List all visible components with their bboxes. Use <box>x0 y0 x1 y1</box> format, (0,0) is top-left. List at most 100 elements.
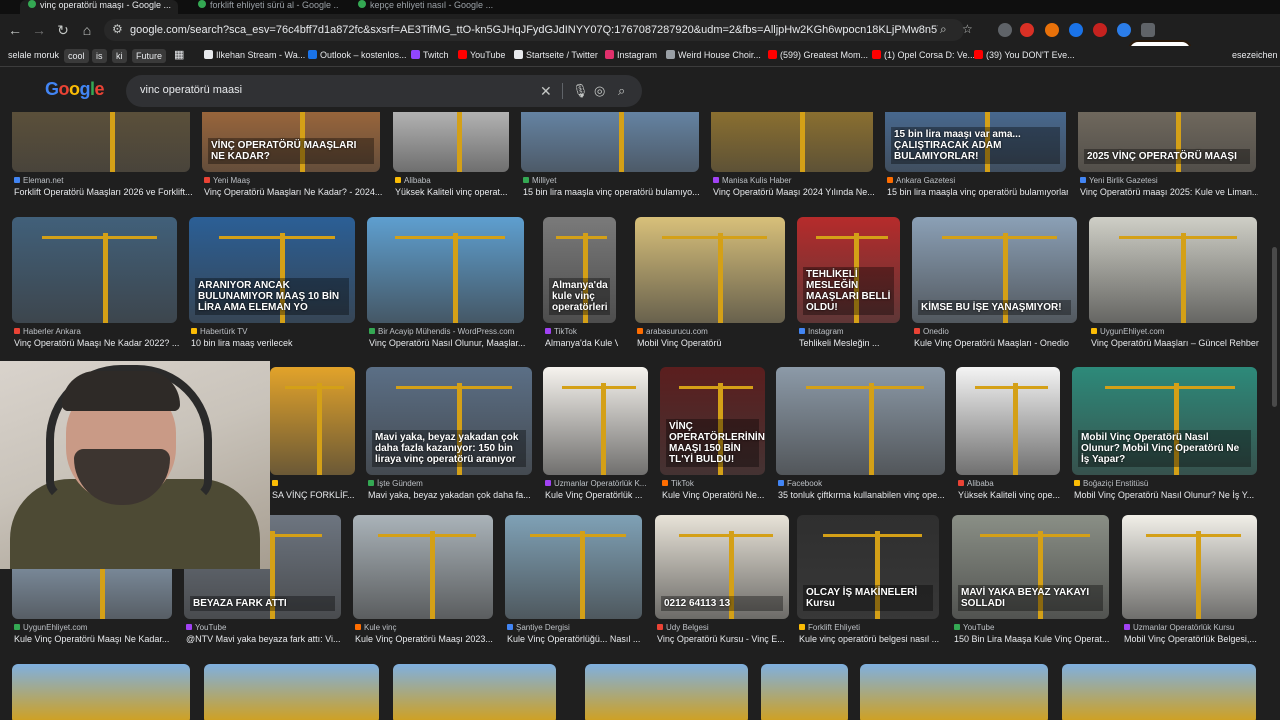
google-logo[interactable]: Google <box>45 79 105 100</box>
result-source[interactable]: Facebook <box>778 479 947 488</box>
result-source[interactable]: İşte Gündem <box>368 479 534 488</box>
result-caption[interactable]: 150 Bin Lira Maaşa Kule Vinç Operat... <box>954 634 1111 644</box>
bookmark-link[interactable]: Outlook – kostenlos... <box>308 49 407 61</box>
result-source[interactable]: Uzmanlar Operatörlük Kursu <box>1124 623 1259 632</box>
result-source[interactable]: Habertürk TV <box>191 327 357 336</box>
result-caption[interactable]: Vinç Operatörü Maaşları – Güncel Rehber <box>1091 338 1259 348</box>
result-source[interactable]: UygunEhliyet.com <box>1091 327 1259 336</box>
bookmark-link[interactable]: Startseite / Twitter <box>514 49 598 61</box>
result-caption[interactable]: Kule Vinç Operatörü Maaşları - Onedio <box>914 338 1079 348</box>
result-caption[interactable]: Tehlikeli Mesleğin ... <box>799 338 902 348</box>
result-caption[interactable]: Vinç Operatörü Maaşı Ne Kadar 2022? ... <box>14 338 179 348</box>
result-image[interactable] <box>505 515 642 619</box>
result-image[interactable] <box>1089 217 1257 323</box>
result-source[interactable]: Haberler Ankara <box>14 327 179 336</box>
result-source[interactable]: Boğaziçi Enstitüsü <box>1074 479 1259 488</box>
result-caption[interactable]: SA VİNÇ FORKLİF... <box>272 490 357 500</box>
bookmark-link[interactable]: (39) You DON'T Eve... <box>974 49 1075 61</box>
result-image[interactable] <box>956 367 1060 475</box>
search-input[interactable] <box>138 83 522 97</box>
result-source[interactable]: arabasurucu.com <box>637 327 787 336</box>
result-image[interactable] <box>204 664 379 720</box>
result-image[interactable] <box>367 217 524 323</box>
result-image[interactable] <box>1062 664 1256 720</box>
search-box[interactable]: ✕ 🎙 ◎ ⌕ <box>126 75 642 107</box>
result-source[interactable]: YouTube <box>954 623 1111 632</box>
forward-icon[interactable]: → <box>29 20 49 40</box>
apps-grid-icon[interactable]: ▦ <box>174 49 184 61</box>
result-caption[interactable]: Kule Vinç Operatörlük ... <box>545 490 650 500</box>
result-image[interactable] <box>270 367 355 475</box>
scrollbar[interactable] <box>1272 247 1277 407</box>
result-caption[interactable]: Kule Vinç Operatörlüğü... Nasıl ... <box>507 634 644 644</box>
result-source[interactable]: TikTok <box>662 479 767 488</box>
bookmark-folder[interactable]: cool <box>64 49 89 63</box>
result-caption[interactable]: Vinç Operatörü maaşı 2025: Kule ve Liman… <box>1080 187 1258 197</box>
result-caption[interactable]: Kule Vinç Operatörü Ne... <box>662 490 767 500</box>
bookmark-link[interactable]: Ilkehan Stream - Wa... <box>204 49 305 61</box>
result-caption[interactable]: 10 bin lira maaş verilecek <box>191 338 357 348</box>
result-image[interactable] <box>1122 515 1257 619</box>
bookmark-folder[interactable]: Future <box>132 49 167 63</box>
home-icon[interactable]: ⌂ <box>77 20 97 40</box>
result-source[interactable]: Yeni Birlik Gazetesi <box>1080 176 1258 185</box>
result-image[interactable] <box>585 664 748 720</box>
microphone-icon[interactable]: 🎙 <box>572 83 589 99</box>
result-source[interactable]: Alibaba <box>395 176 511 185</box>
address-bar[interactable]: ⚙ google.com/search?sca_esv=76c4bff7d1a8… <box>104 19 964 41</box>
result-image[interactable]: VİNÇ OPERATÖRLERİNİN MAAŞI 150 BİN TL'Yİ… <box>660 367 765 475</box>
bookmark-star-icon[interactable]: ☆ <box>962 22 973 36</box>
result-image[interactable]: TEHLİKELİ MESLEĞİN MAAŞLARI BELLİ OLDU! <box>797 217 900 323</box>
result-source[interactable]: Instagram <box>799 327 902 336</box>
result-caption[interactable]: Mavi yaka, beyaz yakadan çok daha fa... <box>368 490 534 500</box>
result-caption[interactable]: Mobil Vinç Operatörü Nasıl Olunur? Ne İş… <box>1074 490 1259 500</box>
extension-icon[interactable] <box>1069 23 1083 37</box>
result-caption[interactable]: 15 bin lira maaşla vinç operatörü bulamı… <box>523 187 701 197</box>
result-source[interactable]: Bir Acayip Mühendis - WordPress.com <box>369 327 526 336</box>
result-caption[interactable]: Yüksek Kaliteli vinç ope... <box>958 490 1062 500</box>
result-image[interactable] <box>393 664 556 720</box>
result-image[interactable] <box>353 515 493 619</box>
result-source[interactable]: UygunEhliyet.com <box>14 623 174 632</box>
result-image[interactable] <box>12 217 177 323</box>
result-source[interactable]: Udy Belgesi <box>657 623 791 632</box>
result-source[interactable]: Milliyet <box>523 176 701 185</box>
result-image[interactable] <box>761 664 848 720</box>
result-caption[interactable]: Almanya'da Kule V... <box>545 338 618 348</box>
result-caption[interactable]: Kule Vinç Operatörü Maaşı Ne Kadar... <box>14 634 174 644</box>
result-source[interactable]: Onedio <box>914 327 1079 336</box>
result-image[interactable]: Mavi yaka, beyaz yakadan çok daha fazla … <box>366 367 532 475</box>
result-image[interactable]: OLCAY İŞ MAKİNELERİ Kursu <box>797 515 939 619</box>
search-icon[interactable]: ⌕ <box>618 83 625 99</box>
result-source[interactable]: Uzmanlar Operatörlük K... <box>545 479 650 488</box>
result-image[interactable] <box>12 664 190 720</box>
result-caption[interactable]: Vinç Operatörü Maaşı 2024 Yılında Ne... <box>713 187 875 197</box>
bookmark-link[interactable]: (599) Greatest Mom... <box>768 49 868 61</box>
bookmark-link[interactable]: Instagram <box>605 49 657 61</box>
result-image[interactable]: 0212 64113 13 <box>655 515 789 619</box>
tab-kepce[interactable]: kepçe ehliyeti nasıl - Google ... <box>350 0 498 14</box>
result-caption[interactable]: Mobil Vinç Operatörlük Belgesi,... <box>1124 634 1259 644</box>
result-source[interactable]: Forklift Ehliyeti <box>799 623 941 632</box>
result-source[interactable]: Yeni Maaş <box>204 176 382 185</box>
result-caption[interactable]: Forklift Operatörü Maaşları 2026 ve Fork… <box>14 187 192 197</box>
bookmark-link[interactable]: Twitch <box>411 49 449 61</box>
back-icon[interactable]: ← <box>5 20 25 40</box>
result-caption[interactable]: Kule vinç operatörü belgesi nasıl ... <box>799 634 941 644</box>
result-source[interactable]: Şantiye Dergisi <box>507 623 644 632</box>
result-caption[interactable]: 35 tonluk çiftkırma kullanabilen vinç op… <box>778 490 947 500</box>
extension-icon[interactable] <box>1045 23 1059 37</box>
bookmark-link[interactable]: (1) Opel Corsa D: Ve... <box>872 49 975 61</box>
all-bookmarks[interactable]: esezeichen <box>1232 49 1278 61</box>
result-caption[interactable]: Vinç Operatörü Kursu - Vinç E... <box>657 634 791 644</box>
site-info-icon[interactable]: ⚙ <box>112 22 123 36</box>
result-source[interactable]: TikTok <box>545 327 618 336</box>
bookmark-folder[interactable]: is <box>92 49 107 63</box>
extension-icon[interactable] <box>1093 23 1107 37</box>
bookmark-folder[interactable]: selale moruk <box>8 49 59 61</box>
result-image[interactable] <box>776 367 945 475</box>
result-image[interactable] <box>543 367 648 475</box>
result-image[interactable]: KİMSE BU İŞE YANAŞMIYOR! <box>912 217 1077 323</box>
result-caption[interactable]: Mobil Vinç Operatörü <box>637 338 787 348</box>
result-caption[interactable]: Vinç Operatörü Nasıl Olunur, Maaşlar... <box>369 338 526 348</box>
